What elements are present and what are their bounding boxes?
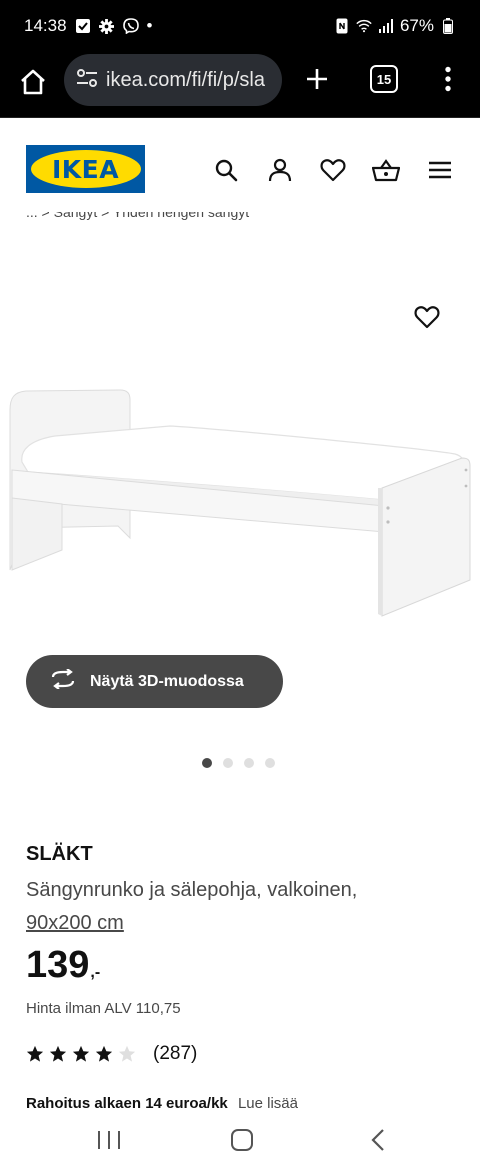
wifi-icon bbox=[356, 18, 372, 34]
heart-icon[interactable] bbox=[319, 156, 347, 184]
basket-icon[interactable] bbox=[372, 156, 400, 184]
pagination-dot[interactable] bbox=[244, 758, 254, 768]
site-header: IKEA bbox=[0, 118, 480, 214]
back-icon[interactable] bbox=[366, 1127, 390, 1153]
pagination-dot[interactable] bbox=[202, 758, 212, 768]
battery-icon bbox=[440, 18, 456, 34]
breadcrumb: ... > Sängyt > Yhden hengen sängyt bbox=[0, 212, 480, 228]
product-description-text: Sängynrunko ja sälepohja, valkoinen, bbox=[26, 879, 358, 901]
url-text[interactable]: ikea.com/fi/fi/p/sla bbox=[106, 69, 265, 92]
home-button-icon[interactable] bbox=[231, 1129, 253, 1151]
viber-icon bbox=[122, 18, 139, 34]
star-filled-icon bbox=[95, 1045, 113, 1062]
tabs-icon[interactable]: 15 bbox=[370, 65, 398, 93]
browser-toolbar: ikea.com/fi/fi/p/sla 15 bbox=[0, 52, 480, 118]
nfc-icon bbox=[334, 18, 350, 34]
gear-icon bbox=[99, 18, 115, 34]
product-description: Sängynrunko ja sälepohja, valkoinen, 90x… bbox=[26, 874, 446, 940]
url-bar[interactable]: ikea.com/fi/fi/p/sla bbox=[64, 54, 282, 106]
financing-info: Rahoitus alkaen 14 euroa/kk Lue lisää bbox=[26, 1095, 298, 1112]
logo-text: IKEA bbox=[51, 154, 120, 184]
check-icon bbox=[75, 18, 91, 34]
breadcrumb-text[interactable]: ... > Sängyt > Yhden hengen sängyt bbox=[26, 212, 249, 220]
gallery-pagination bbox=[202, 758, 275, 768]
status-dot: • bbox=[146, 16, 153, 35]
financing-read-more-link[interactable]: Lue lisää bbox=[238, 1095, 298, 1112]
review-count[interactable]: (287) bbox=[153, 1043, 197, 1065]
logo-oval: IKEA bbox=[30, 150, 141, 188]
more-menu-icon[interactable] bbox=[436, 62, 460, 96]
system-navigation-bar bbox=[0, 1117, 480, 1173]
star-filled-icon bbox=[72, 1045, 90, 1062]
battery-percent: 67% bbox=[399, 16, 434, 35]
view-3d-label: Näytä 3D-muodossa bbox=[90, 672, 244, 690]
price-integer: 139 bbox=[26, 944, 90, 986]
hamburger-menu-icon[interactable] bbox=[426, 156, 454, 184]
view-3d-button[interactable]: Näytä 3D-muodossa bbox=[26, 655, 283, 708]
bed-product-image bbox=[9, 389, 471, 617]
star-filled-icon bbox=[49, 1045, 67, 1062]
rotate-3d-icon bbox=[50, 668, 76, 694]
search-icon[interactable] bbox=[212, 156, 240, 184]
pagination-dot[interactable] bbox=[223, 758, 233, 768]
plus-icon[interactable] bbox=[300, 62, 334, 96]
star-empty-icon bbox=[118, 1045, 136, 1062]
signal-icon bbox=[378, 18, 394, 34]
home-icon[interactable] bbox=[16, 65, 50, 99]
price-without-vat: Hinta ilman ALV 110,75 bbox=[26, 1000, 181, 1017]
product-rating[interactable]: (287) bbox=[26, 1043, 197, 1065]
star-filled-icon bbox=[26, 1045, 44, 1062]
status-bar: 14:38 • 67% bbox=[0, 0, 480, 52]
site-settings-icon[interactable] bbox=[76, 68, 98, 93]
recent-apps-icon[interactable] bbox=[98, 1130, 120, 1150]
favourite-heart-icon[interactable] bbox=[412, 302, 442, 332]
status-time: 14:38 bbox=[24, 16, 67, 35]
profile-icon[interactable] bbox=[266, 156, 294, 184]
pagination-dot[interactable] bbox=[265, 758, 275, 768]
product-size-link[interactable]: 90x200 cm bbox=[26, 912, 124, 934]
price-decimal: ,- bbox=[90, 964, 101, 981]
financing-text: Rahoitus alkaen 14 euroa/kk bbox=[26, 1095, 228, 1112]
product-price: 139 ,- bbox=[26, 944, 100, 987]
tab-count: 15 bbox=[376, 71, 392, 87]
ikea-logo[interactable]: IKEA bbox=[26, 145, 145, 193]
product-name: SLÄKT bbox=[26, 843, 93, 865]
